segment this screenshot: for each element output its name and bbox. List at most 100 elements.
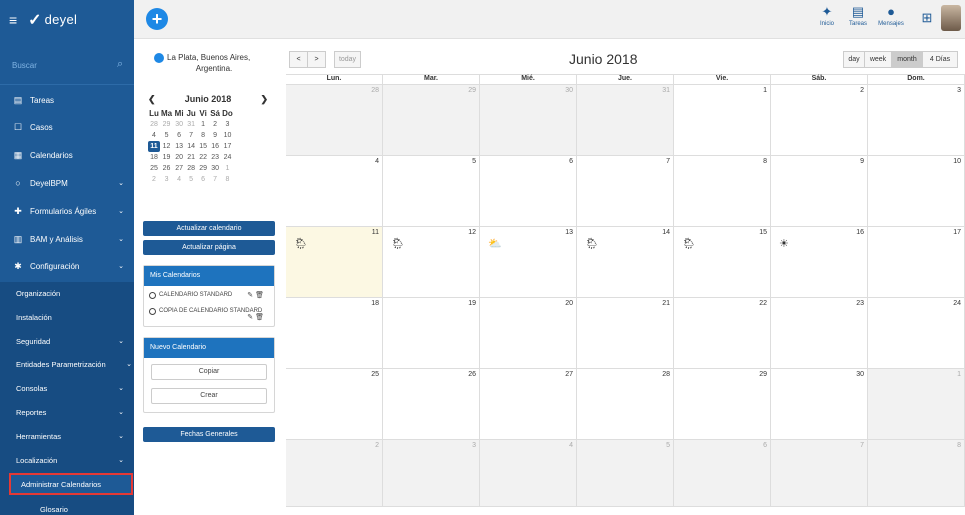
day-cell[interactable]: 21 bbox=[577, 298, 674, 369]
mensajes-button[interactable]: ● Mensajes bbox=[876, 4, 906, 36]
mini-calendar-next-icon[interactable]: ❯ bbox=[260, 94, 268, 105]
mini-calendar-day[interactable]: 4 bbox=[173, 174, 185, 185]
view-month-button[interactable]: month bbox=[891, 51, 923, 68]
mini-calendar-day[interactable]: 14 bbox=[185, 141, 197, 152]
mini-calendar-day[interactable]: 28 bbox=[148, 119, 160, 130]
day-cell[interactable]: 5 bbox=[577, 440, 674, 507]
mini-calendar-day[interactable]: 23 bbox=[209, 152, 221, 163]
mini-calendar-day[interactable]: 18 bbox=[148, 152, 160, 163]
day-cell[interactable]: 9 bbox=[771, 156, 868, 227]
day-cell[interactable]: 29 bbox=[674, 369, 771, 440]
day-cell[interactable]: 30 bbox=[480, 85, 577, 156]
submenu-item-entidades-parametrizacion[interactable]: Entidades Parametrización ⌄ bbox=[0, 353, 134, 375]
mini-calendar-day[interactable]: 8 bbox=[221, 174, 234, 185]
mini-calendar-day[interactable]: 10 bbox=[221, 130, 234, 141]
day-cell[interactable]: 3 bbox=[868, 85, 965, 156]
day-cell[interactable]: 13 ⛅ bbox=[480, 227, 577, 298]
general-dates-button[interactable]: Fechas Generales bbox=[143, 427, 275, 442]
today-button[interactable]: today bbox=[334, 51, 361, 68]
inicio-button[interactable]: ✦ Inicio bbox=[814, 4, 840, 36]
day-cell[interactable]: 6 bbox=[674, 440, 771, 507]
mini-calendar-day[interactable]: 6 bbox=[197, 174, 209, 185]
mini-calendar-day[interactable]: 29 bbox=[197, 163, 209, 174]
submenu-item-organizacion[interactable]: Organización bbox=[0, 282, 134, 304]
day-cell[interactable]: 11 🌦 bbox=[286, 227, 383, 298]
mini-calendar-day[interactable]: 17 bbox=[221, 141, 234, 152]
mini-calendar-day[interactable]: 28 bbox=[185, 163, 197, 174]
day-cell[interactable]: 3 bbox=[383, 440, 480, 507]
mini-calendar-day[interactable]: 4 bbox=[148, 130, 160, 141]
day-cell[interactable]: 8 bbox=[868, 440, 965, 507]
tareas-button[interactable]: ▤ Tareas bbox=[845, 4, 871, 36]
mini-calendar-day[interactable]: 3 bbox=[221, 119, 234, 130]
mini-calendar-day[interactable]: 29 bbox=[160, 119, 173, 130]
day-cell[interactable]: 1 bbox=[868, 369, 965, 440]
submenu-item-administrar-calendarios[interactable]: Administrar Calendarios bbox=[9, 473, 133, 495]
day-cell[interactable]: 17 bbox=[868, 227, 965, 298]
mini-calendar-day[interactable]: 5 bbox=[160, 130, 173, 141]
mini-calendar-day[interactable]: 11 bbox=[148, 141, 160, 152]
mini-calendar-day[interactable]: 1 bbox=[221, 163, 234, 174]
update-page-button[interactable]: Actualizar página bbox=[143, 240, 275, 255]
mini-calendar-day[interactable]: 7 bbox=[209, 174, 221, 185]
mini-calendar-day[interactable]: 20 bbox=[173, 152, 185, 163]
mini-calendar-day[interactable]: 19 bbox=[160, 152, 173, 163]
day-cell[interactable]: 16 ☀ bbox=[771, 227, 868, 298]
day-cell[interactable]: 18 bbox=[286, 298, 383, 369]
mini-calendar-day[interactable]: 25 bbox=[148, 163, 160, 174]
mini-calendar-day[interactable]: 15 bbox=[197, 141, 209, 152]
day-cell[interactable]: 28 bbox=[286, 85, 383, 156]
search-input[interactable]: Buscar bbox=[12, 61, 37, 70]
day-cell[interactable]: 31 bbox=[577, 85, 674, 156]
view-day-button[interactable]: day bbox=[843, 51, 865, 68]
day-cell[interactable]: 19 bbox=[383, 298, 480, 369]
view-4days-button[interactable]: 4 Días bbox=[922, 51, 958, 68]
calendar-row[interactable]: COPIA DE CALENDARIO STANDARD ✎ 🗑 bbox=[144, 304, 274, 322]
mini-calendar-day[interactable]: 13 bbox=[173, 141, 185, 152]
submenu-item-localizacion[interactable]: Localización ⌄ bbox=[0, 449, 134, 471]
mini-calendar-day[interactable]: 2 bbox=[209, 119, 221, 130]
copy-button[interactable]: Copiar bbox=[151, 364, 267, 380]
day-cell[interactable]: 5 bbox=[383, 156, 480, 227]
submenu-item-consolas[interactable]: Consolas ⌄ bbox=[0, 377, 134, 399]
sidebar-item-configuracion[interactable]: ✱ Configuración ⌄ bbox=[0, 253, 134, 279]
day-cell[interactable]: 26 bbox=[383, 369, 480, 440]
mini-calendar-day[interactable]: 26 bbox=[160, 163, 173, 174]
day-cell[interactable]: 29 bbox=[383, 85, 480, 156]
sidebar-search[interactable]: Buscar ⌕ bbox=[0, 39, 134, 85]
sidebar-item-calendarios[interactable]: ▦ Calendarios bbox=[0, 142, 134, 168]
day-cell[interactable]: 12 🌦 bbox=[383, 227, 480, 298]
day-cell[interactable]: 7 bbox=[771, 440, 868, 507]
calendar-row[interactable]: CALENDARIO STANDARD ✎ 🗑 bbox=[144, 286, 274, 304]
day-cell[interactable]: 22 bbox=[674, 298, 771, 369]
day-cell[interactable]: 2 bbox=[286, 440, 383, 507]
mini-calendar-day[interactable]: 8 bbox=[197, 130, 209, 141]
user-avatar[interactable] bbox=[941, 5, 961, 31]
day-cell[interactable]: 4 bbox=[286, 156, 383, 227]
day-cell[interactable]: 28 bbox=[577, 369, 674, 440]
mini-calendar-day[interactable]: 12 bbox=[160, 141, 173, 152]
mini-calendar-prev-icon[interactable]: ❮ bbox=[148, 94, 156, 105]
submenu-item-instalacion[interactable]: Instalación bbox=[0, 306, 134, 328]
day-cell[interactable]: 30 bbox=[771, 369, 868, 440]
search-icon[interactable]: ⌕ bbox=[117, 58, 123, 71]
submenu-item-glosario[interactable]: Glosario bbox=[0, 498, 134, 515]
mini-calendar-day[interactable]: 31 bbox=[185, 119, 197, 130]
day-cell[interactable]: 10 bbox=[868, 156, 965, 227]
sidebar-item-bam-analisis[interactable]: ▥ BAM y Análisis ⌄ bbox=[0, 226, 134, 252]
radio-icon[interactable] bbox=[149, 291, 156, 299]
mini-calendar-day[interactable]: 21 bbox=[185, 152, 197, 163]
mini-calendar-day[interactable]: 6 bbox=[173, 130, 185, 141]
day-cell[interactable]: 8 bbox=[674, 156, 771, 227]
edit-delete-icons[interactable]: ✎ 🗑 bbox=[247, 291, 264, 299]
day-cell[interactable]: 14 🌦 bbox=[577, 227, 674, 298]
hamburger-menu-icon[interactable]: ≡ bbox=[9, 13, 17, 27]
edit-delete-icons[interactable]: ✎ 🗑 bbox=[247, 313, 264, 321]
day-cell[interactable]: 27 bbox=[480, 369, 577, 440]
day-cell[interactable]: 24 bbox=[868, 298, 965, 369]
submenu-item-herramientas[interactable]: Herramientas ⌄ bbox=[0, 425, 134, 447]
mini-calendar-day[interactable]: 1 bbox=[197, 119, 209, 130]
mini-calendar-day[interactable]: 5 bbox=[185, 174, 197, 185]
day-cell[interactable]: 1 bbox=[674, 85, 771, 156]
mini-calendar-day[interactable]: 24 bbox=[221, 152, 234, 163]
